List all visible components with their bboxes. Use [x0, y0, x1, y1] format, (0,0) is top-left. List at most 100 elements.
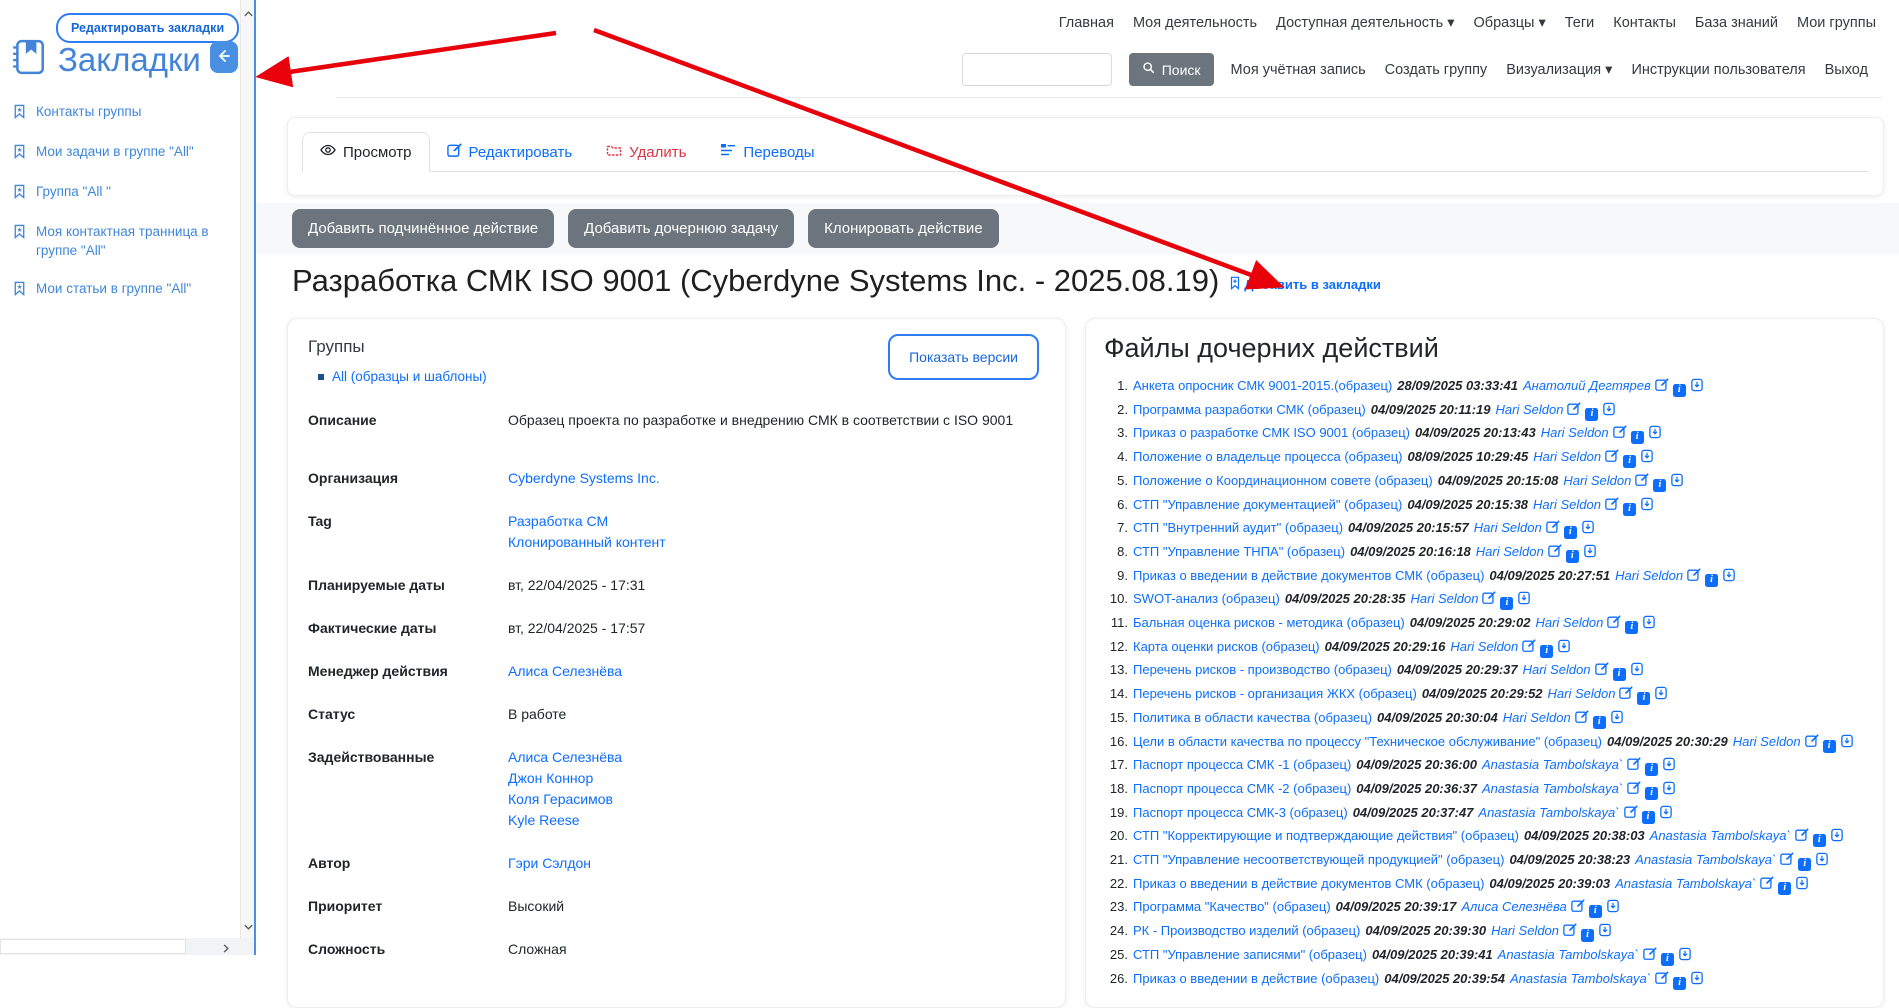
info-icon[interactable]	[1645, 763, 1658, 776]
info-icon[interactable]	[1673, 977, 1686, 990]
edit-icon[interactable]	[1795, 827, 1809, 849]
download-icon[interactable]	[1654, 685, 1668, 707]
download-icon[interactable]	[1517, 590, 1531, 612]
file-user-link[interactable]: Hari Seldon	[1450, 639, 1518, 654]
file-link[interactable]: Программа разработки СМК (образец)	[1133, 402, 1366, 417]
edit-icon[interactable]	[1643, 946, 1657, 968]
edit-icon[interactable]	[1687, 567, 1701, 589]
download-icon[interactable]	[1610, 709, 1624, 731]
file-link[interactable]: Положение о Координационном совете (обра…	[1133, 473, 1433, 488]
tab-delete[interactable]: Удалить	[589, 132, 703, 172]
file-user-link[interactable]: Hari Seldon	[1533, 449, 1601, 464]
edit-icon[interactable]	[1595, 661, 1609, 683]
info-icon[interactable]	[1778, 882, 1791, 895]
info-icon[interactable]	[1540, 645, 1553, 658]
info-icon[interactable]	[1631, 431, 1644, 444]
action-button[interactable]: Добавить дочернюю задачу	[568, 209, 794, 248]
nav-item[interactable]: Доступная деятельность ▾	[1276, 15, 1454, 31]
field-value[interactable]: Клонированный контент	[508, 532, 666, 553]
file-link[interactable]: СТП "Корректирующие и подтверждающие дей…	[1133, 828, 1519, 843]
info-icon[interactable]	[1642, 811, 1655, 824]
file-user-link[interactable]: Anastasia Tambolskaya`	[1482, 781, 1623, 796]
file-link[interactable]: SWOT-анализ (образец)	[1133, 591, 1280, 606]
file-user-link[interactable]: Hari Seldon	[1533, 497, 1601, 512]
nav-item[interactable]: База знаний	[1695, 15, 1778, 31]
download-icon[interactable]	[1640, 448, 1654, 470]
download-icon[interactable]	[1659, 804, 1673, 826]
download-icon[interactable]	[1678, 946, 1692, 968]
action-button[interactable]: Добавить подчинённое действие	[292, 209, 554, 248]
edit-icon[interactable]	[1627, 780, 1641, 802]
info-icon[interactable]	[1673, 384, 1686, 397]
download-icon[interactable]	[1795, 875, 1809, 897]
edit-icon[interactable]	[1613, 424, 1627, 446]
horizontal-scrollbar[interactable]	[0, 938, 255, 955]
file-user-link[interactable]: Anastasia Tambolskaya`	[1635, 852, 1776, 867]
info-icon[interactable]	[1613, 668, 1626, 681]
edit-icon[interactable]	[1605, 448, 1619, 470]
edit-icon[interactable]	[1567, 401, 1581, 423]
account-nav-item[interactable]: Создать группу	[1385, 62, 1488, 78]
edit-icon[interactable]	[1563, 922, 1577, 944]
field-value[interactable]: Разработка СМ	[508, 511, 666, 532]
tab-translations[interactable]: Переводы	[703, 132, 831, 172]
edit-icon[interactable]	[1627, 756, 1641, 778]
scroll-up-icon[interactable]	[243, 5, 254, 23]
download-icon[interactable]	[1642, 614, 1656, 636]
file-link[interactable]: Программа "Качество" (образец)	[1133, 899, 1331, 914]
file-user-link[interactable]: Hari Seldon	[1496, 402, 1564, 417]
edit-icon[interactable]	[1619, 685, 1633, 707]
account-nav-item[interactable]: Инструкции пользователя	[1631, 62, 1805, 78]
edit-icon[interactable]	[1546, 519, 1560, 541]
download-icon[interactable]	[1662, 780, 1676, 802]
download-icon[interactable]	[1670, 472, 1684, 494]
download-icon[interactable]	[1815, 851, 1829, 873]
bookmark-item[interactable]: ★ Мои статьи в группе "All"	[12, 280, 228, 301]
file-user-link[interactable]: Hari Seldon	[1535, 615, 1603, 630]
info-icon[interactable]	[1589, 905, 1602, 918]
download-icon[interactable]	[1630, 661, 1644, 683]
tab-view[interactable]: Просмотр	[302, 132, 430, 172]
field-value[interactable]: Алиса Селезнёва	[508, 661, 622, 682]
edit-icon[interactable]	[1571, 898, 1585, 920]
nav-item[interactable]: Образцы ▾	[1474, 15, 1546, 31]
file-link[interactable]: Положение о владельце процесса (образец)	[1133, 449, 1402, 464]
scroll-right-icon[interactable]	[222, 941, 230, 959]
bookmark-item[interactable]: ★ Моя контактная транница в группе "All"	[12, 223, 228, 261]
info-icon[interactable]	[1500, 597, 1513, 610]
account-nav-item[interactable]: Выход	[1825, 62, 1868, 78]
search-input[interactable]	[962, 53, 1112, 86]
edit-icon[interactable]	[1548, 543, 1562, 565]
file-link[interactable]: Цели в области качества по процессу "Тех…	[1133, 734, 1602, 749]
edit-icon[interactable]	[1760, 875, 1774, 897]
download-icon[interactable]	[1606, 898, 1620, 920]
edit-icon[interactable]	[1575, 709, 1589, 731]
edit-icon[interactable]	[1655, 377, 1669, 399]
file-link[interactable]: Бальная оценка рисков - методика (образе…	[1133, 615, 1405, 630]
download-icon[interactable]	[1840, 733, 1854, 755]
info-icon[interactable]	[1625, 621, 1638, 634]
file-user-link[interactable]: Anastasia Tambolskaya`	[1498, 947, 1639, 962]
scroll-down-icon[interactable]	[243, 918, 254, 936]
file-user-link[interactable]: Hari Seldon	[1548, 686, 1616, 701]
file-link[interactable]: СТП "Внутренний аудит" (образец)	[1133, 520, 1343, 535]
file-user-link[interactable]: Anastasia Tambolskaya`	[1510, 971, 1651, 986]
file-user-link[interactable]: Hari Seldon	[1541, 425, 1609, 440]
field-value[interactable]: Алиса Селезнёва	[508, 747, 622, 768]
edit-icon[interactable]	[1780, 851, 1794, 873]
account-nav-item[interactable]: Моя учётная запись	[1231, 62, 1366, 78]
field-value[interactable]: Джон Коннор	[508, 768, 622, 789]
sidebar-collapse-button[interactable]	[210, 41, 238, 73]
info-icon[interactable]	[1813, 834, 1826, 847]
file-link[interactable]: Паспорт процесса СМК -2 (образец)	[1133, 781, 1351, 796]
info-icon[interactable]	[1593, 716, 1606, 729]
info-icon[interactable]	[1581, 929, 1594, 942]
field-value[interactable]: Коля Герасимов	[508, 789, 622, 810]
bookmark-item[interactable]: ★ Группа "All "	[12, 183, 228, 204]
info-icon[interactable]	[1823, 740, 1836, 753]
account-nav-item[interactable]: Визуализация ▾	[1506, 62, 1612, 78]
download-icon[interactable]	[1722, 567, 1736, 589]
info-icon[interactable]	[1645, 787, 1658, 800]
info-icon[interactable]	[1705, 574, 1718, 587]
file-link[interactable]: Паспорт процесса СМК -1 (образец)	[1133, 757, 1351, 772]
